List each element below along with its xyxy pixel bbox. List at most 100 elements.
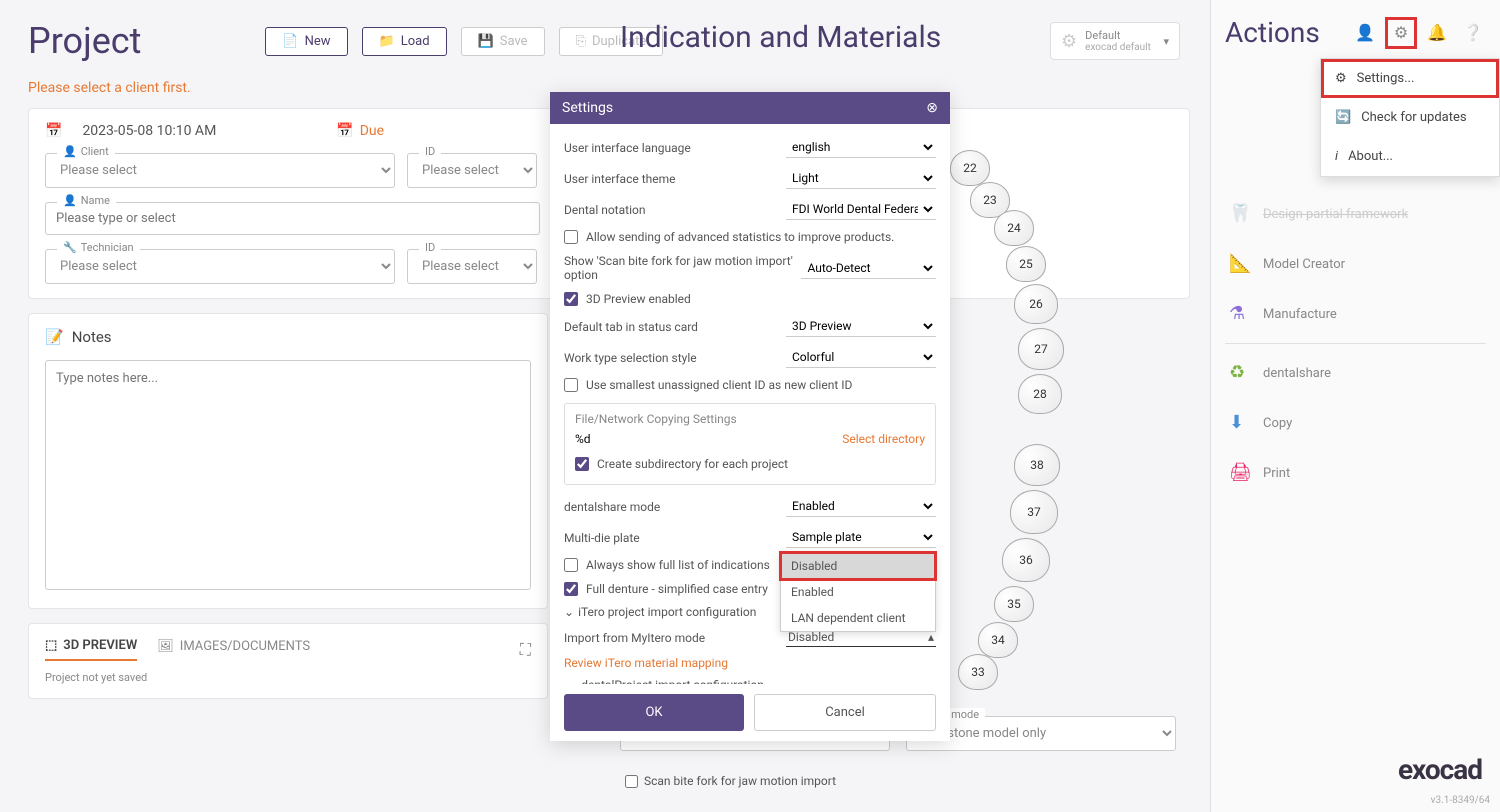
gear-icon: ⚙	[1061, 31, 1077, 52]
dental-notation-select[interactable]: FDI World Dental Federation no	[786, 199, 936, 220]
calendar-icon: 📅	[45, 123, 62, 139]
ui-language-select[interactable]: english	[786, 137, 936, 158]
menu-check-updates[interactable]: 🔄Check for updates	[1321, 98, 1499, 137]
tooth-36[interactable]: 36	[1002, 538, 1050, 582]
load-button[interactable]: 📁Load	[362, 27, 447, 56]
dentalshare-select[interactable]: Enabled	[786, 496, 936, 517]
saved-status: Project not yet saved	[45, 671, 531, 684]
copy-icon: ⎘	[576, 34, 586, 49]
date-text: 2023-05-08 10:10 AM	[82, 123, 216, 139]
wrench-icon: 🔧	[63, 241, 77, 254]
print-icon: 🖨	[1229, 462, 1251, 484]
create-subdir-checkbox[interactable]	[575, 457, 589, 471]
bell-icon[interactable]: 🔔	[1424, 20, 1450, 46]
work-style-select[interactable]: Colorful	[786, 347, 936, 368]
multidie-select[interactable]: Sample plate	[786, 527, 936, 548]
user-icon: 👤	[63, 145, 77, 158]
chevron-down-icon: ⌄	[564, 678, 574, 684]
dropdown-option-enabled[interactable]: Enabled	[781, 579, 935, 605]
cube-icon: ⬚	[45, 638, 57, 653]
tooth-38[interactable]: 38	[1014, 444, 1060, 486]
new-button[interactable]: 📄New	[265, 27, 347, 56]
settings-gear-button[interactable]: ⚙	[1388, 20, 1414, 46]
action-copy[interactable]: ⬇Copy	[1225, 398, 1486, 448]
chevron-down-icon: ⌄	[564, 605, 574, 619]
model-icon: 📐	[1229, 253, 1251, 275]
tooth-35[interactable]: 35	[994, 586, 1034, 622]
dropdown-option-disabled[interactable]: Disabled	[781, 553, 935, 579]
close-icon[interactable]: ⊗	[926, 100, 938, 116]
download-icon: ⬇	[1229, 412, 1251, 434]
refresh-icon: 🔄	[1335, 110, 1351, 125]
image-icon: 🖼	[157, 639, 174, 654]
brand-logo: exocad	[1398, 753, 1482, 786]
tooth-33[interactable]: 33	[958, 654, 998, 690]
tooth-24[interactable]: 24	[994, 210, 1034, 246]
dialog-title: Settings	[562, 100, 613, 116]
user-icon: 👤	[63, 194, 77, 207]
client-select[interactable]: Please select	[45, 153, 395, 188]
select-directory-link[interactable]: Select directory	[842, 432, 925, 446]
technician-select[interactable]: Please select	[45, 249, 395, 284]
ui-theme-select[interactable]: Light	[786, 168, 936, 189]
dental-project-expand[interactable]: ⌄.dentalProject import configuration	[564, 674, 936, 684]
dropdown-option-lan[interactable]: LAN dependent client	[781, 605, 935, 631]
action-partial-framework[interactable]: 🦷Design partial framework	[1225, 189, 1486, 239]
tab-3d-preview[interactable]: ⬚3D PREVIEW	[45, 638, 137, 661]
technician-id-select[interactable]: Please select	[407, 249, 537, 284]
bite-fork-select[interactable]: Auto-Detect	[801, 258, 936, 279]
preview-card: ⬚3D PREVIEW 🖼IMAGES/DOCUMENTS ⛶ Project …	[28, 623, 548, 699]
preview3d-checkbox[interactable]	[564, 292, 578, 306]
partial-icon: 🦷	[1229, 203, 1251, 225]
due-date[interactable]: 📅Due	[336, 123, 384, 139]
tooth-25[interactable]: 25	[1006, 246, 1046, 282]
client-id-select[interactable]: Please select	[407, 153, 537, 188]
always-full-checkbox[interactable]	[564, 558, 578, 572]
save-button: 💾Save	[461, 27, 545, 56]
action-manufacture[interactable]: ⚗Manufacture	[1225, 289, 1486, 339]
action-print[interactable]: 🖨Print	[1225, 448, 1486, 498]
full-denture-checkbox[interactable]	[564, 582, 578, 596]
file-icon: 📄	[282, 34, 298, 49]
scan-bite-checkbox[interactable]: Scan bite fork for jaw motion import	[625, 774, 836, 788]
action-dentalshare[interactable]: ♻dentalshare	[1225, 348, 1486, 398]
smallest-id-checkbox[interactable]	[564, 378, 578, 392]
actions-title: Actions	[1225, 16, 1342, 49]
cancel-button[interactable]: Cancel	[754, 694, 936, 731]
sliders-icon: ⚙	[1335, 71, 1347, 86]
notes-card: 📝Notes	[28, 313, 548, 609]
action-model-creator[interactable]: 📐Model Creator	[1225, 239, 1486, 289]
tooth-27[interactable]: 27	[1018, 328, 1064, 370]
info-icon: i	[1335, 149, 1338, 164]
project-title: Project	[28, 20, 141, 62]
name-input[interactable]	[45, 202, 540, 235]
tab-images[interactable]: 🖼IMAGES/DOCUMENTS	[157, 639, 310, 660]
config-dropdown[interactable]: ⚙ Defaultexocad default ▾	[1050, 22, 1180, 60]
import-myitero-dropdown: Disabled Enabled LAN dependent client	[780, 552, 936, 632]
note-icon: 📝	[45, 328, 64, 346]
review-itero-link[interactable]: Review iTero material mapping	[564, 652, 936, 674]
version-text: v3.1-8349/64	[1431, 795, 1490, 806]
ok-button[interactable]: OK	[564, 694, 744, 731]
settings-menu: ⚙Settings... 🔄Check for updates iAbout..…	[1320, 58, 1500, 177]
notes-textarea[interactable]	[45, 360, 531, 590]
calendar-icon: 📅	[336, 123, 353, 139]
tooth-37[interactable]: 37	[1010, 490, 1058, 534]
default-tab-select[interactable]: 3D Preview	[786, 316, 936, 337]
settings-dialog: Settings ⊗ User interface languageenglis…	[550, 92, 950, 741]
share-icon: ♻	[1229, 362, 1251, 384]
tooth-22[interactable]: 22	[950, 150, 990, 186]
tooth-34[interactable]: 34	[978, 622, 1018, 658]
tooth-26[interactable]: 26	[1014, 284, 1058, 324]
chevron-down-icon: ▾	[1163, 35, 1169, 48]
menu-settings[interactable]: ⚙Settings...	[1321, 59, 1499, 98]
allow-stats-checkbox[interactable]	[564, 230, 578, 244]
tooth-28[interactable]: 28	[1018, 374, 1062, 414]
menu-about[interactable]: iAbout...	[1321, 137, 1499, 176]
expand-icon[interactable]: ⛶	[520, 640, 531, 660]
user-icon[interactable]: 👤	[1352, 20, 1378, 46]
manufacture-icon: ⚗	[1229, 303, 1251, 325]
save-icon: 💾	[478, 34, 494, 49]
help-icon[interactable]: ❔	[1460, 20, 1486, 46]
folder-icon: 📁	[379, 34, 395, 49]
